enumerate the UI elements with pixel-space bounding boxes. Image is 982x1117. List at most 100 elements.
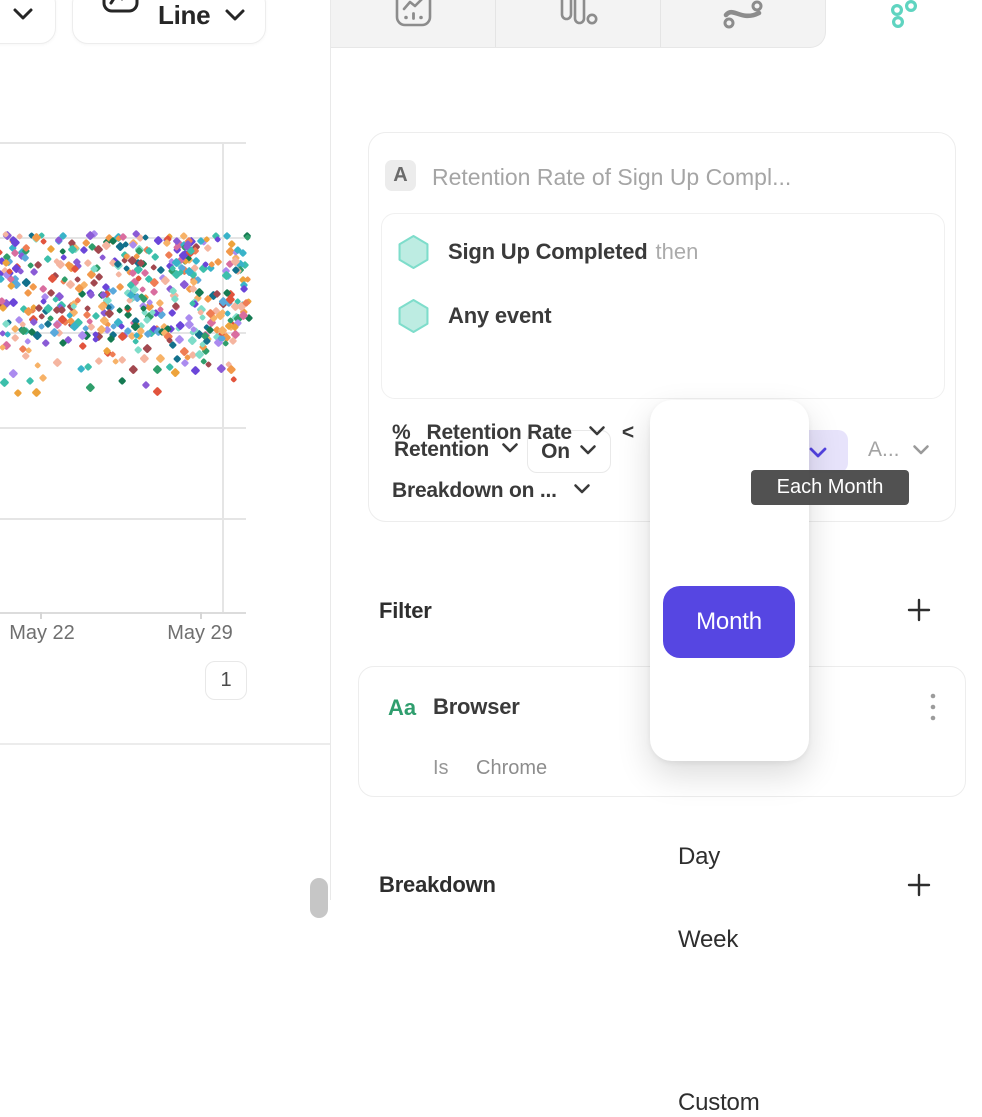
menu-item-day[interactable]: Day xyxy=(678,843,720,871)
filter-value-label[interactable]: Chrome xyxy=(476,757,547,780)
scatter-point xyxy=(142,234,149,241)
scatter-point xyxy=(25,376,34,385)
plus-icon xyxy=(906,872,932,903)
hexagon-icon xyxy=(398,234,429,270)
options-dropdown-button[interactable] xyxy=(0,0,56,44)
add-breakdown-button[interactable] xyxy=(905,873,933,901)
event-name: Sign Up Completed xyxy=(448,239,648,264)
scatter-point xyxy=(156,353,166,363)
percent-icon: % xyxy=(392,421,410,445)
scatter-point xyxy=(116,283,125,292)
measure-suffix: < xyxy=(622,421,634,445)
scatter-point xyxy=(128,365,137,374)
chevron-down-icon xyxy=(224,8,246,27)
chevron-down-icon xyxy=(579,443,597,461)
scatter-point xyxy=(118,355,127,364)
scatter-point xyxy=(74,276,81,283)
tab-dots-active[interactable] xyxy=(885,0,921,37)
scatter-point xyxy=(34,362,42,370)
scatter-point xyxy=(8,369,17,378)
interval-tooltip: Each Month xyxy=(751,470,909,505)
scatter-point xyxy=(115,271,123,279)
measure-dropdown[interactable]: % Retention Rate < xyxy=(392,421,634,445)
scatter-point xyxy=(83,363,92,372)
report-title-input[interactable]: Retention Rate of Sign Up Compl... xyxy=(432,164,791,191)
scatter-points xyxy=(0,0,330,760)
report-type-tabbar xyxy=(331,0,826,48)
event-row[interactable]: Sign Up Completedthen xyxy=(398,234,698,270)
chevron-down-icon xyxy=(573,482,591,500)
scatter-point xyxy=(0,378,9,388)
scatter-point xyxy=(191,365,201,375)
scatter-point xyxy=(139,286,146,293)
filter-operator-label[interactable]: Is xyxy=(433,757,449,780)
series-badge: A xyxy=(385,160,416,191)
event-row[interactable]: Any event xyxy=(398,298,551,334)
add-filter-button[interactable] xyxy=(905,598,933,626)
scatter-point xyxy=(153,364,163,374)
interval-menu: Day Week Month Custom xyxy=(650,400,809,761)
tab-flow[interactable] xyxy=(660,0,825,47)
scatter-point xyxy=(171,295,179,303)
scatter-point xyxy=(53,357,63,367)
bars-icon xyxy=(552,0,604,34)
chevron-down-icon xyxy=(588,424,606,442)
scatter-point xyxy=(0,248,3,255)
scrollbar-thumb[interactable] xyxy=(310,878,328,918)
menu-item-week[interactable]: Week xyxy=(678,926,738,954)
scatter-point xyxy=(171,367,180,376)
tab-chart[interactable] xyxy=(331,0,495,47)
filter-property-label: Browser xyxy=(433,694,520,720)
scatter-point xyxy=(153,236,162,245)
scatter-point xyxy=(156,298,164,306)
chart-type-dropdown-button[interactable]: Line xyxy=(72,0,266,44)
filter-menu-button[interactable] xyxy=(915,689,951,733)
scatter-point xyxy=(150,252,159,261)
scatter-point xyxy=(214,236,222,244)
scatter-point xyxy=(11,333,20,342)
line-chart-icon xyxy=(102,0,140,32)
breakdown-on-dropdown[interactable]: Breakdown on ... xyxy=(392,479,591,503)
scatter-point xyxy=(95,357,103,365)
scatter-point xyxy=(14,389,22,397)
scatter-point xyxy=(41,338,49,346)
scatter-point xyxy=(118,376,127,385)
chevron-down-icon xyxy=(808,439,828,465)
kebab-icon xyxy=(929,691,937,732)
scatter-point xyxy=(32,387,42,397)
pagination-page-button[interactable]: 1 xyxy=(205,661,247,700)
truncated-dropdown[interactable]: A... xyxy=(868,438,930,462)
scatter-point xyxy=(134,346,143,355)
scatter-point xyxy=(24,289,33,298)
scatter-point xyxy=(217,364,226,373)
scatter-point xyxy=(143,343,152,352)
chevron-down-icon xyxy=(12,7,34,26)
menu-item-custom[interactable]: Custom xyxy=(678,1089,760,1117)
scatter-point xyxy=(44,254,52,262)
chart-pane: May 22 May 29 Line 1 xyxy=(0,0,330,900)
scatter-point xyxy=(161,275,170,284)
plus-icon xyxy=(906,597,932,628)
event-name: Any event xyxy=(448,303,551,329)
scatter-point xyxy=(109,287,118,296)
string-type-icon: Aa xyxy=(388,695,416,721)
scatter-point xyxy=(84,259,92,267)
scatter-point xyxy=(150,288,159,297)
tab-bars[interactable] xyxy=(495,0,660,47)
retention-scatter-chart: May 22 May 29 xyxy=(0,0,330,760)
scatter-point xyxy=(40,238,47,245)
scatter-point xyxy=(24,338,32,346)
scatter-point xyxy=(214,257,223,266)
events-card: Sign Up Completedthen Any event Retentio… xyxy=(381,213,945,399)
scatter-point xyxy=(9,298,19,308)
scatter-point xyxy=(230,376,238,384)
menu-item-month-selected[interactable]: Month xyxy=(663,586,795,658)
scatter-point xyxy=(187,335,196,344)
scatter-point xyxy=(139,354,149,364)
scatter-point xyxy=(79,342,87,350)
hexagon-icon xyxy=(398,298,429,334)
scatter-point xyxy=(204,244,212,252)
scatter-point xyxy=(223,232,232,241)
scatter-point xyxy=(47,245,55,253)
pane-divider xyxy=(0,743,330,745)
